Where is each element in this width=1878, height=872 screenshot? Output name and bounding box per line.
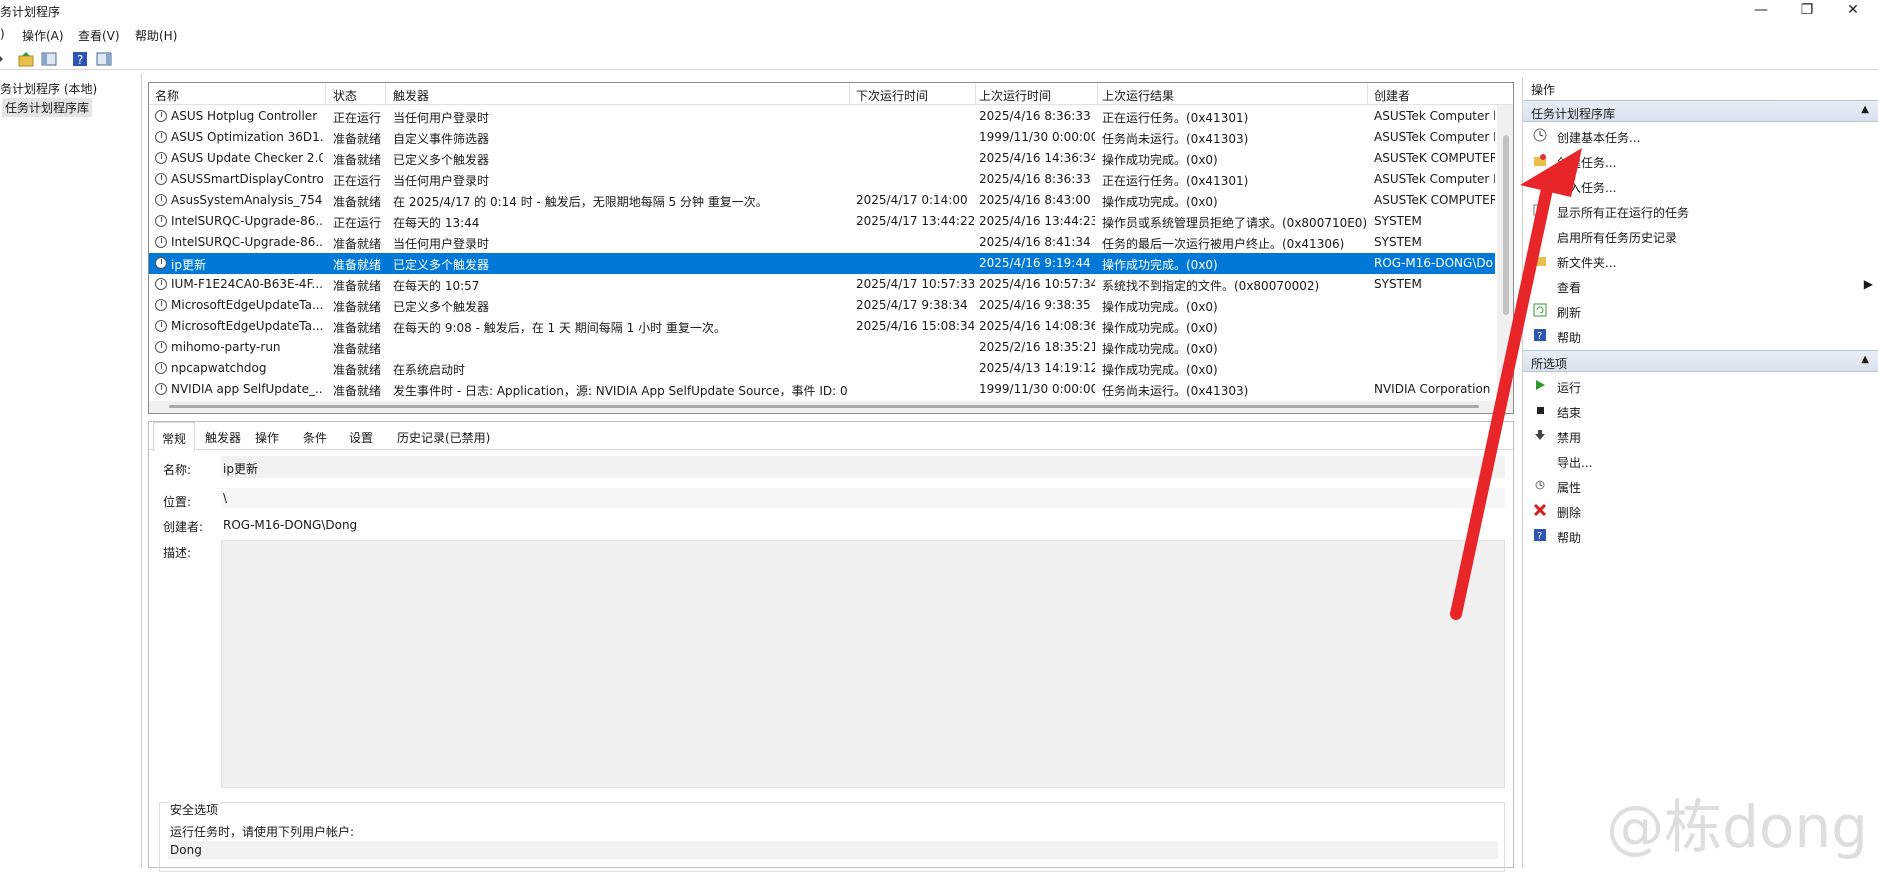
annotation-arrow [0,0,1878,868]
